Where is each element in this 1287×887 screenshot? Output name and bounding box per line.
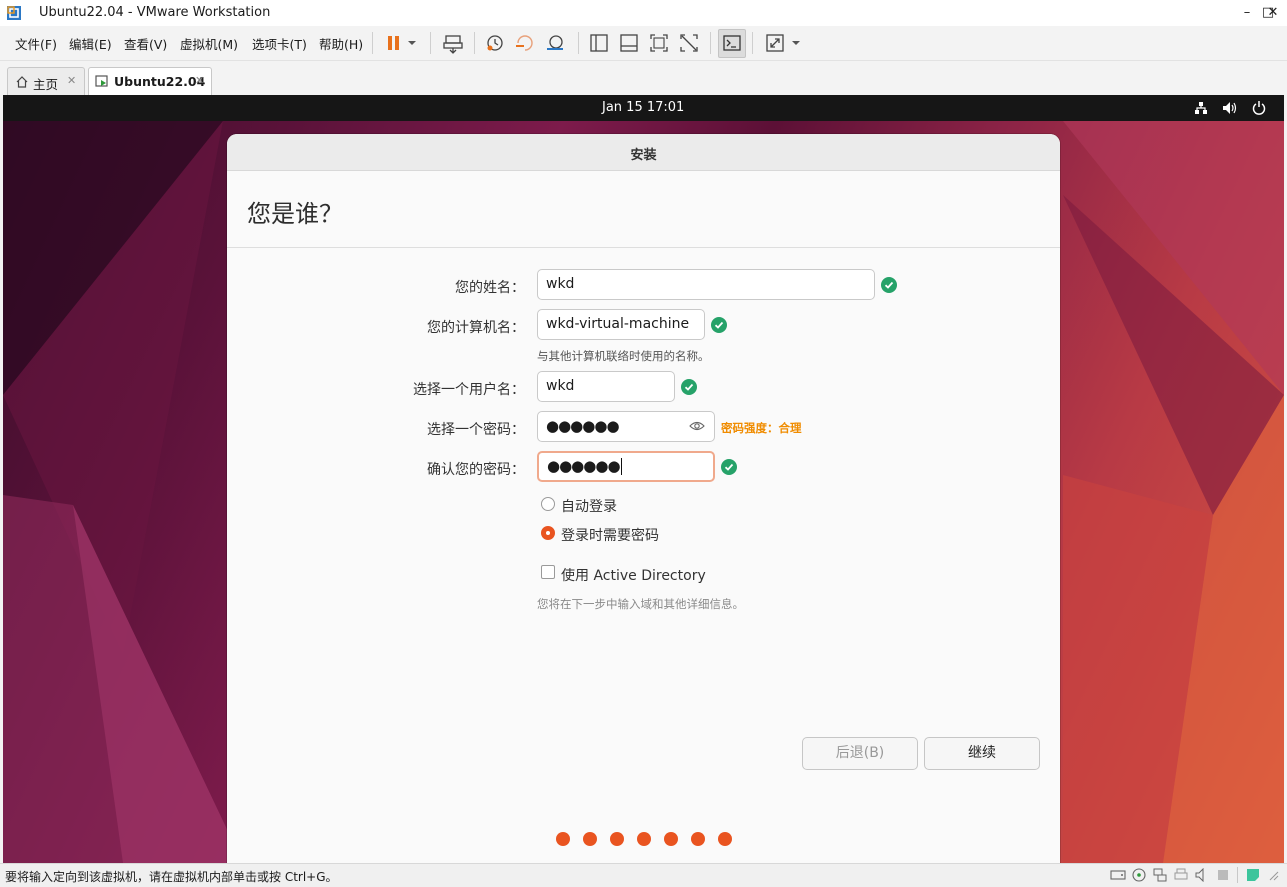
close-button[interactable]: ✕ bbox=[1262, 2, 1284, 24]
valid-check-icon bbox=[681, 379, 697, 395]
menu-view[interactable]: 查看(V) bbox=[124, 34, 167, 53]
network-icon[interactable] bbox=[1194, 101, 1208, 115]
toolbar-separator bbox=[430, 32, 431, 54]
menu-vm[interactable]: 虚拟机(M) bbox=[180, 34, 238, 53]
name-field[interactable]: wkd bbox=[537, 269, 875, 300]
menu-file[interactable]: 文件(F) bbox=[15, 34, 57, 53]
menu-tabs[interactable]: 选项卡(T) bbox=[252, 34, 307, 53]
toolbar-separator bbox=[372, 32, 373, 54]
toolbar-separator bbox=[578, 32, 579, 54]
hard-disk-icon[interactable] bbox=[1110, 868, 1126, 882]
stretch-guest-icon[interactable] bbox=[762, 31, 788, 55]
progress-dot bbox=[610, 832, 624, 846]
divider bbox=[227, 247, 1060, 248]
window-title: Ubuntu22.04 - VMware Workstation bbox=[39, 5, 271, 20]
username-label: 选择一个用户名： bbox=[413, 382, 525, 398]
send-ctrl-alt-del-icon[interactable] bbox=[440, 31, 466, 55]
password-label: 选择一个密码： bbox=[427, 422, 525, 438]
tab-ubuntu-label: Ubuntu22.04 bbox=[114, 74, 206, 89]
name-label: 您的姓名： bbox=[455, 280, 525, 296]
window-titlebar: Ubuntu22.04 - VMware Workstation – □ bbox=[0, 0, 1287, 26]
auto-login-radio[interactable] bbox=[541, 497, 555, 511]
dialog-header: 安装 bbox=[227, 134, 1060, 171]
toolbar-separator bbox=[710, 32, 711, 54]
chevron-down-icon[interactable] bbox=[404, 31, 420, 55]
computer-name-label: 您的计算机名： bbox=[427, 320, 525, 336]
installer-dialog: 安装 您是谁？ 您的姓名： wkd 您的计算机名： wkd-virtual-ma… bbox=[227, 134, 1060, 863]
show-password-eye-icon[interactable] bbox=[689, 420, 705, 432]
auto-login-label[interactable]: 自动登录 bbox=[561, 496, 617, 516]
continue-button[interactable]: 继续 bbox=[924, 737, 1040, 770]
tab-close-icon[interactable]: ✕ bbox=[67, 74, 76, 87]
toolbar-separator bbox=[752, 32, 753, 54]
show-library-icon[interactable] bbox=[586, 31, 612, 55]
require-password-label[interactable]: 登录时需要密码 bbox=[561, 525, 659, 545]
vm-display[interactable]: Jan 15 17:01 安装 您是谁？ 您的姓名： wkd 您的计算机名： w… bbox=[3, 95, 1284, 863]
page-heading: 您是谁？ bbox=[247, 200, 343, 228]
menu-edit[interactable]: 编辑(E) bbox=[69, 34, 112, 53]
progress-dot bbox=[583, 832, 597, 846]
snapshot-icon[interactable] bbox=[482, 31, 508, 55]
console-icon bbox=[723, 35, 741, 51]
message-log-icon[interactable] bbox=[1245, 868, 1261, 882]
tab-home-label: 主页 bbox=[33, 77, 59, 92]
cd-drive-icon[interactable] bbox=[1131, 868, 1147, 882]
minimize-button[interactable]: – bbox=[1236, 2, 1258, 24]
revert-snapshot-icon[interactable] bbox=[512, 31, 538, 55]
clock[interactable]: Jan 15 17:01 bbox=[602, 100, 684, 115]
power-icon[interactable] bbox=[1252, 100, 1266, 115]
valid-check-icon bbox=[721, 459, 737, 475]
printer-icon[interactable] bbox=[1173, 868, 1189, 882]
home-icon bbox=[16, 76, 28, 88]
progress-dot bbox=[556, 832, 570, 846]
computer-name-field[interactable]: wkd-virtual-machine bbox=[537, 309, 705, 340]
password-value: ●●●●●● bbox=[546, 417, 620, 435]
active-directory-hint: 您将在下一步中输入域和其他详细信息。 bbox=[537, 597, 744, 611]
status-separator bbox=[1237, 867, 1238, 883]
volume-icon[interactable] bbox=[1222, 101, 1237, 115]
text-cursor bbox=[620, 458, 622, 475]
tab-close-icon[interactable]: ✕ bbox=[195, 74, 204, 87]
vm-icon bbox=[95, 75, 108, 87]
status-text: 要将输入定向到该虚拟机，请在虚拟机内部单击或按 Ctrl+G。 bbox=[5, 870, 338, 884]
password-strength: 密码强度：合理 bbox=[721, 421, 802, 435]
tab-bar: 主页 ✕ Ubuntu22.04 ✕ bbox=[0, 61, 1287, 97]
sound-card-icon[interactable] bbox=[1194, 868, 1210, 882]
tab-home[interactable]: 主页 ✕ bbox=[7, 67, 85, 96]
tab-ubuntu[interactable]: Ubuntu22.04 ✕ bbox=[88, 67, 212, 97]
back-button[interactable]: 后退(B) bbox=[802, 737, 918, 770]
active-directory-checkbox[interactable] bbox=[541, 565, 555, 579]
valid-check-icon bbox=[711, 317, 727, 333]
chevron-down-icon[interactable] bbox=[788, 31, 804, 55]
progress-dot bbox=[637, 832, 651, 846]
computer-name-hint: 与其他计算机联络时使用的名称。 bbox=[537, 349, 710, 363]
vmware-app-icon bbox=[7, 6, 21, 20]
usb-device-icon[interactable] bbox=[1215, 868, 1231, 882]
progress-dot bbox=[718, 832, 732, 846]
network-adapter-icon[interactable] bbox=[1152, 868, 1168, 882]
valid-check-icon bbox=[881, 277, 897, 293]
unity-mode-icon[interactable] bbox=[676, 31, 702, 55]
confirm-password-value: ●●●●●● bbox=[547, 457, 621, 475]
full-screen-icon[interactable] bbox=[646, 31, 672, 55]
status-bar: 要将输入定向到该虚拟机，请在虚拟机内部单击或按 Ctrl+G。 bbox=[0, 863, 1287, 887]
snapshot-manager-icon[interactable] bbox=[542, 31, 568, 55]
username-field[interactable]: wkd bbox=[537, 371, 675, 402]
resize-grip-icon[interactable] bbox=[1266, 868, 1280, 882]
require-password-radio[interactable] bbox=[541, 526, 555, 540]
confirm-password-label: 确认您的密码： bbox=[427, 462, 525, 478]
toolbar-separator bbox=[474, 32, 475, 54]
gnome-top-bar: Jan 15 17:01 bbox=[3, 95, 1284, 121]
progress-dot bbox=[691, 832, 705, 846]
menu-help[interactable]: 帮助(H) bbox=[319, 34, 363, 53]
dialog-title: 安装 bbox=[630, 148, 657, 163]
menu-toolbar: 文件(F) 编辑(E) 查看(V) 虚拟机(M) 选项卡(T) 帮助(H) bbox=[0, 26, 1287, 61]
console-view-button[interactable] bbox=[718, 29, 746, 58]
confirm-password-field[interactable]: ●●●●●● bbox=[537, 451, 715, 482]
progress-dot bbox=[664, 832, 678, 846]
thumbnail-bar-icon[interactable] bbox=[616, 31, 642, 55]
active-directory-label[interactable]: 使用 Active Directory bbox=[561, 565, 706, 585]
